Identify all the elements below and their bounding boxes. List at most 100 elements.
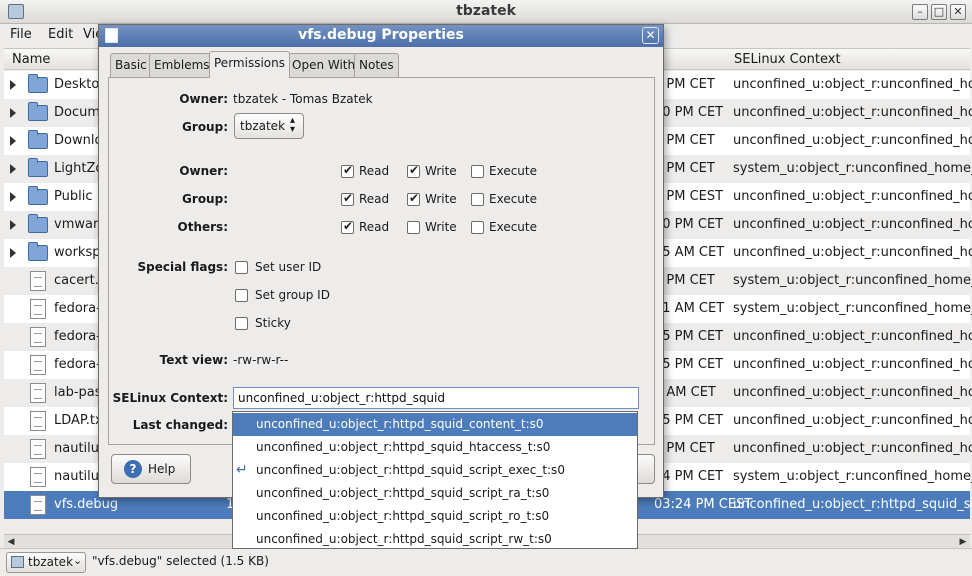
special-flags-label: Special flags: bbox=[137, 260, 228, 274]
file-name: Downlo bbox=[54, 133, 103, 148]
special-flag-checkbox[interactable] bbox=[235, 289, 248, 302]
modified-date: 45 PM CET bbox=[654, 357, 724, 372]
file-name: Public bbox=[54, 189, 93, 204]
completion-item[interactable]: unconfined_u:object_r:httpd_squid_script… bbox=[233, 482, 637, 505]
execute-checkbox[interactable] bbox=[471, 193, 484, 206]
completion-item-label: unconfined_u:object_r:httpd_squid_script… bbox=[256, 532, 552, 546]
completion-item[interactable]: ↵ unconfined_u:object_r:httpd_squid_scrip… bbox=[233, 459, 637, 482]
completion-item-label: unconfined_u:object_r:httpd_squid_htacce… bbox=[256, 440, 551, 454]
special-flag-checkbox[interactable] bbox=[235, 261, 248, 274]
expander-icon[interactable] bbox=[10, 248, 16, 258]
special-flag-label[interactable]: Sticky bbox=[255, 316, 291, 330]
group-combo[interactable]: tbzatek ▴ ▾ bbox=[234, 113, 304, 139]
tab-basic[interactable]: Basic bbox=[110, 53, 152, 77]
expander-icon[interactable] bbox=[10, 192, 16, 202]
expander-icon[interactable] bbox=[10, 80, 16, 90]
expander-icon[interactable] bbox=[10, 108, 16, 118]
expander-icon[interactable] bbox=[10, 164, 16, 174]
file-icon bbox=[30, 327, 46, 347]
completion-item[interactable]: unconfined_u:object_r:httpd_squid_script… bbox=[233, 528, 637, 551]
read-checkbox[interactable]: ✔ bbox=[341, 163, 354, 178]
selinux-context: unconfined_u:object_r:unconfined_home_t:… bbox=[733, 217, 972, 232]
selinux-context: unconfined_u:object_r:unconfined_home_t:… bbox=[733, 385, 972, 400]
modified-date: 51 AM CET bbox=[654, 301, 725, 316]
group-label: Group: bbox=[182, 120, 228, 134]
modified-date: 45 PM CET bbox=[654, 413, 724, 428]
main-window-titlebar[interactable]: tbzatek – □ ✕ bbox=[0, 0, 972, 24]
completion-item[interactable]: unconfined_u:object_r:httpd_squid_script… bbox=[233, 505, 637, 528]
execute-checkbox[interactable] bbox=[471, 221, 484, 234]
read-label[interactable]: Read bbox=[359, 192, 389, 206]
write-checkbox[interactable]: ✔ bbox=[407, 163, 420, 178]
folder-icon bbox=[28, 130, 48, 149]
owner-value: tbzatek - Tomas Bzatek bbox=[233, 92, 373, 106]
write-label[interactable]: Write bbox=[425, 220, 457, 234]
completion-item[interactable]: unconfined_u:object_r:httpd_squid_htacce… bbox=[233, 436, 637, 459]
menu-edit[interactable]: Edit bbox=[48, 27, 73, 42]
read-label[interactable]: Read bbox=[359, 220, 389, 234]
completion-item-label: unconfined_u:object_r:httpd_squid_script… bbox=[256, 463, 565, 477]
help-button[interactable]: ? Help bbox=[111, 454, 191, 484]
completion-item[interactable]: unconfined_u:object_r:httpd_squid_conten… bbox=[233, 413, 637, 436]
completion-item-label: unconfined_u:object_r:httpd_squid_script… bbox=[256, 486, 550, 500]
write-label[interactable]: Write bbox=[425, 164, 457, 178]
folder-icon bbox=[28, 242, 48, 261]
scroll-right-icon[interactable]: ▶ bbox=[957, 536, 969, 548]
tab-permissions[interactable]: Permissions bbox=[209, 51, 290, 78]
expander-icon[interactable] bbox=[10, 136, 16, 146]
help-icon: ? bbox=[124, 460, 142, 478]
minimize-icon[interactable]: – bbox=[912, 4, 928, 20]
main-window-title: tbzatek bbox=[456, 3, 516, 19]
folder-icon bbox=[28, 74, 48, 93]
special-flag-label[interactable]: Set user ID bbox=[255, 260, 321, 274]
folder-icon bbox=[28, 214, 48, 233]
expander-icon[interactable] bbox=[10, 220, 16, 230]
read-label[interactable]: Read bbox=[359, 164, 389, 178]
completion-item-label: unconfined_u:object_r:httpd_squid_conten… bbox=[256, 417, 544, 431]
tab-open-with[interactable]: Open With bbox=[287, 53, 361, 77]
perm-row-label: Group: bbox=[182, 192, 228, 206]
selinux-context: unconfined_u:object_r:unconfined_home_t:… bbox=[733, 245, 972, 260]
close-window-icon[interactable]: ✕ bbox=[950, 4, 966, 20]
execute-checkbox[interactable] bbox=[471, 165, 484, 178]
execute-label[interactable]: Execute bbox=[489, 220, 537, 234]
location-combo[interactable]: tbzatek ⌄ bbox=[6, 552, 86, 573]
selinux-context: unconfined_u:object_r:unconfined_home_t:… bbox=[733, 189, 972, 204]
write-checkbox[interactable]: ✔ bbox=[407, 191, 420, 206]
menu-file[interactable]: File bbox=[10, 27, 32, 42]
special-flag-label[interactable]: Set group ID bbox=[255, 288, 330, 302]
modified-date: 00 PM CET bbox=[654, 105, 724, 120]
write-label[interactable]: Write bbox=[425, 192, 457, 206]
folder-icon bbox=[28, 186, 48, 205]
selinux-context: unconfined_u:object_r:unconfined_home_t:… bbox=[733, 133, 972, 148]
execute-label[interactable]: Execute bbox=[489, 192, 537, 206]
selinux-context: system_u:object_r:unconfined_home_t:s0 bbox=[733, 301, 972, 316]
selinux-context: unconfined_u:object_r:unconfined_home_t:… bbox=[733, 329, 972, 344]
write-checkbox[interactable] bbox=[407, 221, 420, 234]
execute-label[interactable]: Execute bbox=[489, 164, 537, 178]
location-label: tbzatek bbox=[28, 555, 74, 569]
tab-emblems[interactable]: Emblems bbox=[149, 53, 215, 77]
maximize-icon[interactable]: □ bbox=[931, 4, 947, 20]
selinux-context: system_u:object_r:unconfined_home_t:s0 bbox=[733, 161, 972, 176]
selinux-context: unconfined_u:object_r:httpd_squid_script… bbox=[733, 497, 972, 512]
statusbar: tbzatek ⌄ "vfs.debug" selected (1.5 KB) bbox=[0, 548, 972, 576]
column-selinux[interactable]: SELinux Context bbox=[734, 52, 841, 67]
scroll-left-icon[interactable]: ◀ bbox=[5, 536, 17, 548]
completion-item-label: unconfined_u:object_r:httpd_squid_script… bbox=[256, 509, 550, 523]
close-icon[interactable]: ✕ bbox=[642, 27, 659, 44]
tab-notes[interactable]: Notes bbox=[354, 53, 399, 77]
selinux-context: unconfined_u:object_r:unconfined_home_t:… bbox=[733, 441, 972, 456]
file-name: vfs.debug bbox=[54, 497, 119, 512]
column-name[interactable]: Name bbox=[12, 52, 50, 67]
file-icon bbox=[30, 299, 46, 319]
selinux-context-input[interactable] bbox=[233, 387, 639, 409]
dialog-titlebar[interactable]: vfs.debug Properties ✕ bbox=[99, 25, 663, 47]
selinux-completion-list: unconfined_u:object_r:httpd_squid_conten… bbox=[232, 411, 638, 549]
read-checkbox[interactable]: ✔ bbox=[341, 191, 354, 206]
checkmark-icon: ✔ bbox=[343, 191, 354, 205]
special-flag-checkbox[interactable] bbox=[235, 317, 248, 330]
status-text: "vfs.debug" selected (1.5 KB) bbox=[92, 554, 269, 568]
enter-arrow-icon: ↵ bbox=[236, 462, 248, 478]
read-checkbox[interactable]: ✔ bbox=[341, 219, 354, 234]
